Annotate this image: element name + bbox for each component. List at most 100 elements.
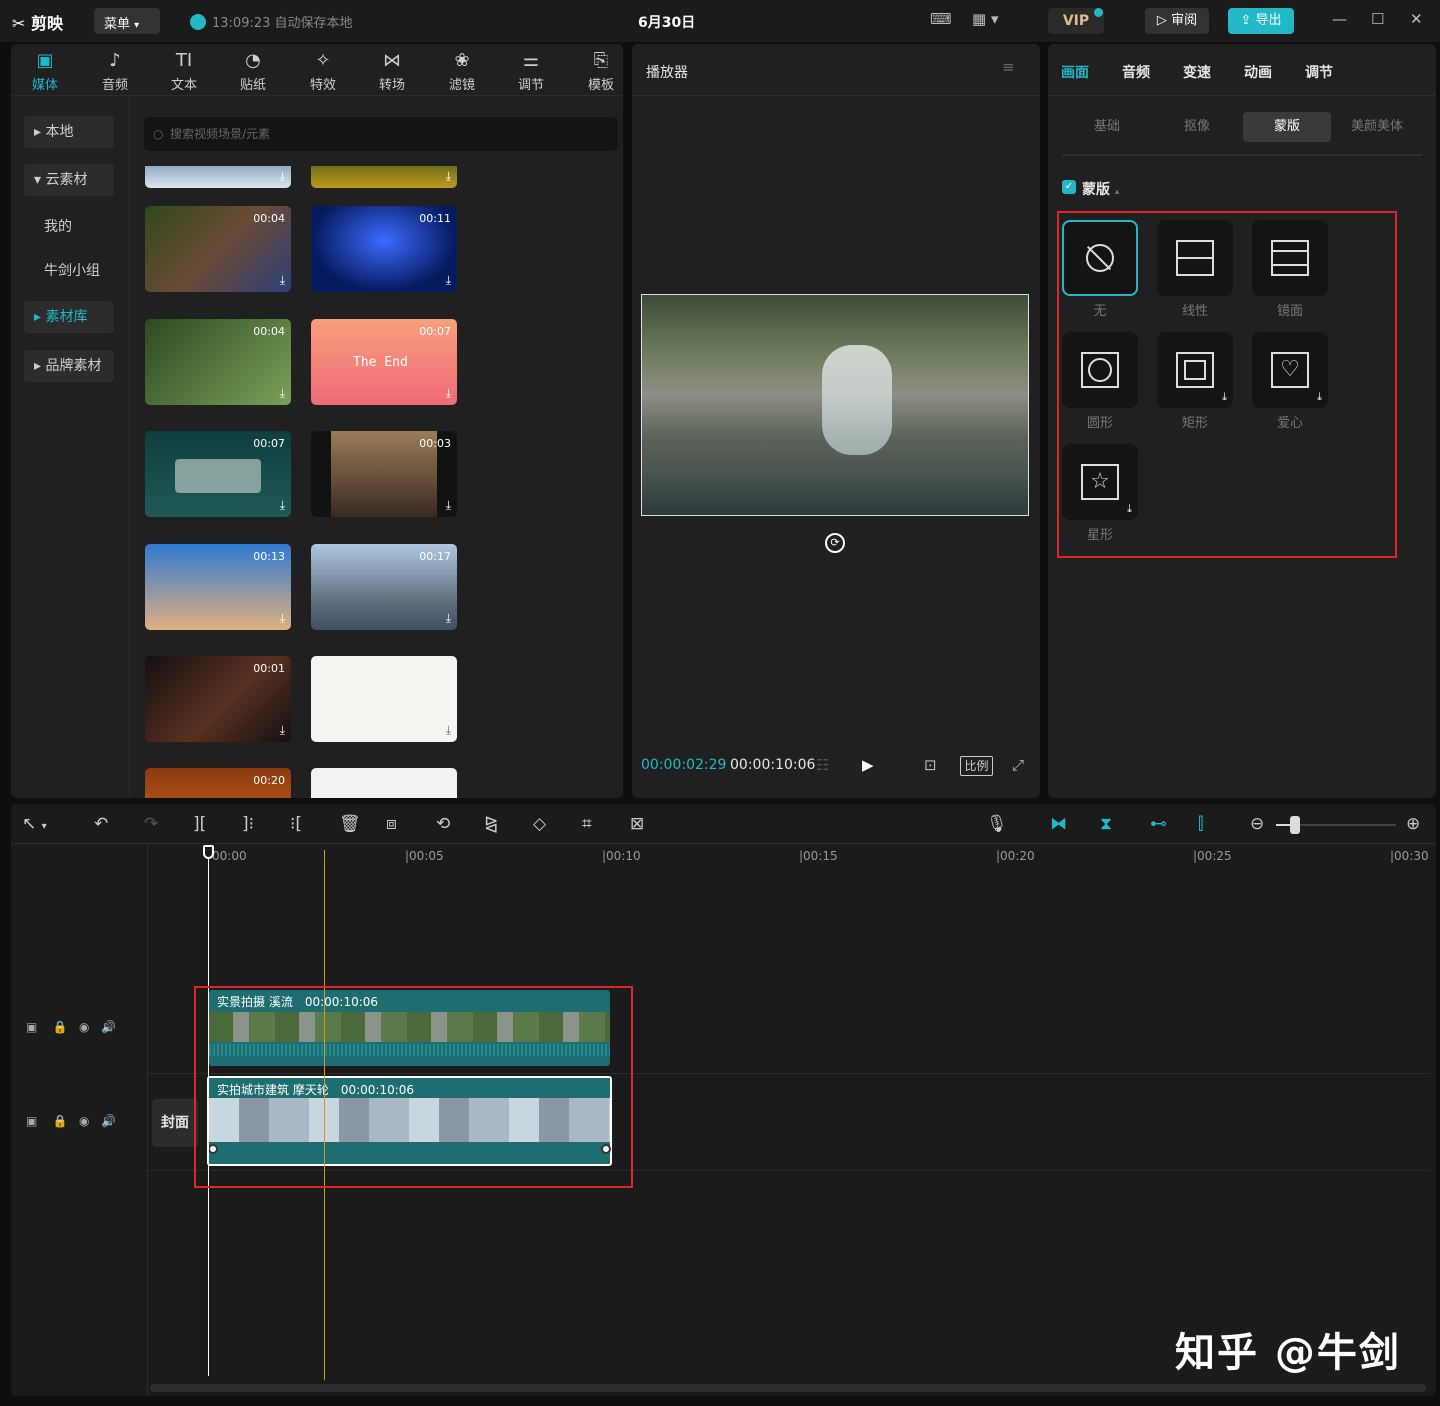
keyboard-shortcut-icon[interactable]: ⌨ [930, 10, 952, 28]
lock-icon[interactable]: 🔒 [53, 1020, 68, 1034]
track-controls: ▣ 🔒 ◉ 🔊 [26, 1114, 116, 1128]
split-icon[interactable]: ][ [193, 814, 206, 834]
zoom-in-icon[interactable]: ⊕ [1406, 814, 1420, 834]
review-icon: ▷ [1156, 13, 1167, 28]
subtab-beauty[interactable]: 美颜美体 [1333, 112, 1421, 142]
zoom-slider-thumb[interactable] [1290, 816, 1300, 834]
template-icon: ⎘ [593, 50, 609, 71]
search-input[interactable]: ○ 搜索视频场景/元素 [144, 117, 618, 151]
text-icon: TI [175, 50, 193, 71]
media-thumb[interactable]: 00:11 ⤓ [311, 206, 457, 292]
media-thumb[interactable]: ⤓ [311, 656, 457, 742]
eye-icon[interactable]: ◉ [79, 1020, 89, 1034]
media-thumb[interactable]: 00:04 ⤓ [145, 206, 291, 292]
redo-icon[interactable]: ↷ [144, 814, 158, 834]
rotate-tool-icon[interactable]: ◇ [533, 814, 546, 834]
sidebar-item-local[interactable]: ▸ 本地 [24, 116, 114, 148]
tab-text[interactable]: TI 文本 [154, 50, 214, 93]
track-video-icon[interactable]: ▣ [26, 1020, 37, 1034]
download-icon: ⤓ [279, 386, 285, 400]
tab-audio-prop[interactable]: 音频 [1122, 62, 1150, 82]
media-thumb[interactable]: 00:04 ⤓ [145, 319, 291, 405]
tab-template[interactable]: ⎘ 模板 [571, 50, 631, 93]
timeline-scrollbar[interactable] [150, 1384, 1426, 1392]
close-icon[interactable]: ✕ [1410, 10, 1423, 28]
media-thumb[interactable]: 00:20 [145, 768, 291, 798]
tab-sticker[interactable]: ◔ 贴纸 [223, 50, 283, 93]
track-video-icon[interactable]: ▣ [26, 1114, 37, 1128]
split-right-icon[interactable]: ⁝[ [290, 814, 302, 834]
crop-icon[interactable]: ⌗ [582, 814, 592, 834]
tab-effects[interactable]: ✧ 特效 [293, 50, 353, 93]
play-icon[interactable]: ▶ [862, 756, 874, 774]
smart-cut-icon[interactable]: ⊠ [630, 814, 644, 834]
media-thumb[interactable]: ⤓ [311, 166, 457, 188]
tab-audio[interactable]: ♪ 音频 [85, 50, 145, 93]
auto-snap-icon[interactable]: ⧗ [1100, 814, 1112, 834]
volume-icon[interactable]: 🔊 [101, 1114, 116, 1128]
microphone-icon[interactable]: 🎙 [986, 814, 1008, 834]
subtab-cutout[interactable]: 抠像 [1153, 112, 1241, 142]
subtab-mask[interactable]: 蒙版 [1243, 112, 1331, 142]
lock-icon[interactable]: 🔒 [53, 1114, 68, 1128]
review-button[interactable]: ▷ 审阅 [1145, 8, 1209, 34]
download-icon: ⤓ [445, 498, 451, 512]
media-thumb[interactable] [311, 768, 457, 798]
layout-icon[interactable]: ▦ ▾ [972, 10, 998, 28]
preview-canvas[interactable] [641, 294, 1029, 516]
tab-filter[interactable]: ❀ 滤镜 [432, 50, 492, 93]
media-thumb[interactable]: 00:07 ⤓ [145, 431, 291, 517]
main-track-magnet-icon[interactable]: ⧓ [1050, 814, 1067, 834]
sidebar-item-library[interactable]: ▸ 素材库 [24, 301, 114, 333]
delete-icon[interactable]: 🗑 [339, 814, 361, 834]
sidebar-item-team[interactable]: 牛剑小组 [34, 255, 124, 287]
media-thumb[interactable]: 00:01 ⤓ [145, 656, 291, 742]
tab-media[interactable]: ▣ 媒体 [15, 50, 75, 93]
fullscreen-icon[interactable]: ⤢ [1012, 756, 1024, 774]
autosave-status: 13:09:23 自动保存本地 [190, 12, 353, 31]
maximize-icon[interactable]: ☐ [1371, 10, 1384, 28]
zoom-out-icon[interactable]: ⊖ [1250, 814, 1264, 834]
tab-speed[interactable]: 变速 [1183, 62, 1211, 82]
tab-adjust[interactable]: ⚌ 调节 [501, 50, 561, 93]
ruler-label: |00:10 [602, 849, 641, 863]
tab-picture[interactable]: 画面 [1061, 62, 1089, 82]
sidebar-item-cloud[interactable]: ▾ 云素材 [24, 164, 114, 196]
ruler-label: 00:00 [212, 849, 247, 863]
select-tool-icon[interactable]: ↖ ▾ [22, 814, 47, 834]
preview-axis-icon[interactable]: ⫿ [1198, 814, 1203, 834]
export-button[interactable]: ⇪ 导出 [1228, 8, 1294, 34]
eye-icon[interactable]: ◉ [79, 1114, 89, 1128]
sidebar-item-mine[interactable]: 我的 [34, 211, 124, 243]
media-thumb[interactable]: 00:13 ⤓ [145, 544, 291, 630]
rotate-icon[interactable]: ⟳ [825, 533, 845, 553]
link-icon[interactable]: ⊷ [1150, 814, 1167, 834]
freeze-icon[interactable]: ⧈ [386, 814, 397, 834]
ratio-button[interactable]: 比例 [960, 756, 993, 776]
grid-icon[interactable]: ☷ [816, 756, 829, 774]
search-icon: ○ [153, 127, 164, 141]
cover-button[interactable]: 封面 [152, 1099, 198, 1147]
volume-icon[interactable]: 🔊 [101, 1020, 116, 1034]
playhead-handle[interactable] [203, 845, 214, 859]
download-icon: ⤓ [445, 723, 451, 737]
tab-transition[interactable]: ⋈ 转场 [362, 50, 422, 93]
undo-icon[interactable]: ↶ [94, 814, 108, 834]
subtab-basic[interactable]: 基础 [1063, 112, 1151, 142]
player-menu-icon[interactable]: ≡ [1002, 58, 1015, 76]
reverse-icon[interactable]: ⟲ [436, 814, 450, 834]
split-left-icon[interactable]: ]⁝ [242, 814, 254, 834]
mirror-icon[interactable]: ⧎ [484, 814, 498, 834]
tab-adjust-prop[interactable]: 调节 [1305, 62, 1333, 82]
media-thumb[interactable]: 00:07 The End ⤓ [311, 319, 457, 405]
fit-view-icon[interactable]: ⊡ [924, 756, 937, 774]
media-thumb[interactable]: ⤓ [145, 166, 291, 188]
media-thumb[interactable]: 00:03 ⤓ [311, 431, 457, 517]
sidebar-item-brand[interactable]: ▸ 品牌素材 [24, 350, 114, 382]
menu-button[interactable]: 菜单 ▾ [94, 8, 160, 34]
minimize-icon[interactable]: — [1332, 10, 1347, 28]
media-thumb[interactable]: 00:17 ⤓ [311, 544, 457, 630]
tab-animation[interactable]: 动画 [1244, 62, 1272, 82]
check-icon [190, 14, 206, 30]
mask-checkbox[interactable]: ✓ [1062, 180, 1076, 194]
